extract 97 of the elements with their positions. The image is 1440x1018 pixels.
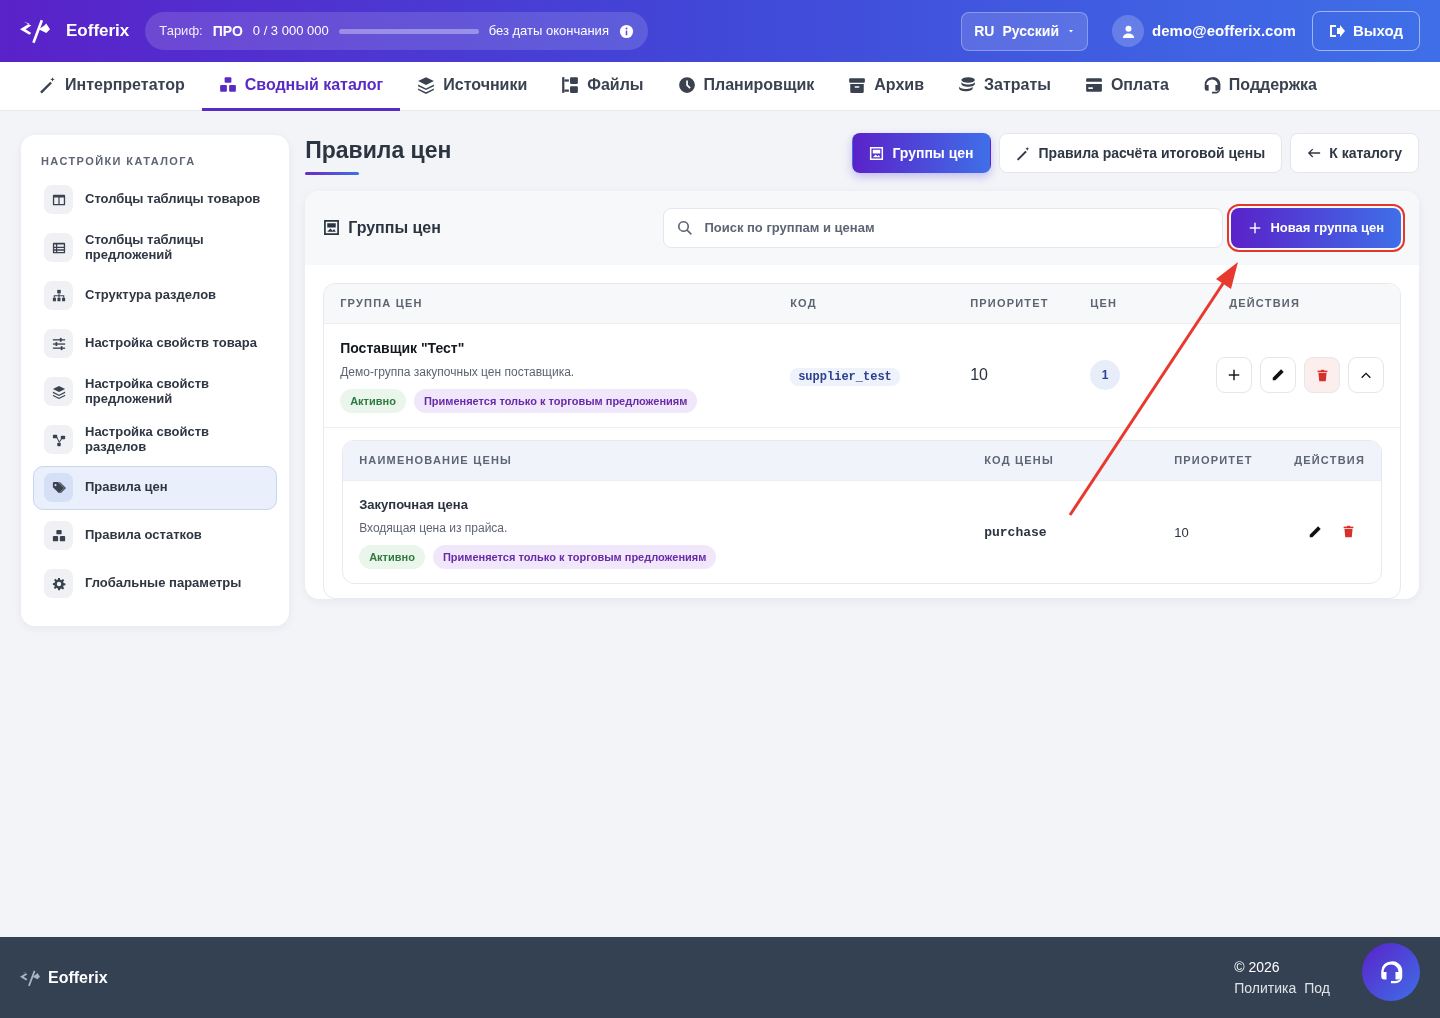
sidebar-item[interactable]: Настройка свойств товара: [33, 321, 278, 366]
headset-icon: [1379, 960, 1403, 984]
trash-icon: [1315, 368, 1329, 382]
sidebar-item[interactable]: Настройка свойств предложений: [33, 369, 278, 414]
sidebar-item[interactable]: Структура разделов: [33, 273, 278, 318]
scope-badge: Применяется только к торговым предложениям: [432, 544, 717, 569]
headset-icon: [1202, 75, 1221, 94]
image-icon: [869, 145, 885, 161]
nav-tab[interactable]: Сводный каталог: [201, 61, 401, 111]
nodes-icon: [51, 432, 66, 447]
nav-tab[interactable]: Затраты: [941, 61, 1068, 111]
plan-usage: 0 / 3 000 000: [252, 22, 329, 41]
nav-tab[interactable]: Планировщик: [660, 61, 832, 111]
add-price-button[interactable]: [1216, 357, 1252, 394]
pencil-icon: [1308, 525, 1322, 539]
page-title: Правила цен: [305, 136, 452, 165]
nav-tab[interactable]: Файлы: [544, 61, 661, 111]
logout-icon: [1328, 23, 1345, 39]
trash-icon: [1342, 525, 1355, 538]
sidebar-item[interactable]: Глобальные параметры: [33, 561, 278, 606]
status-badge: Активно: [359, 544, 425, 569]
column-header: КОД ЦЕНЫ: [984, 454, 1054, 467]
archive-icon: [848, 75, 867, 94]
section-tab[interactable]: Группы цен: [852, 133, 991, 173]
status-badge: Активно: [340, 388, 406, 413]
sidebar-item[interactable]: Настройка свойств разделов: [33, 417, 278, 462]
layers-icon: [51, 384, 66, 399]
sidebar-item[interactable]: Столбцы таблицы предложений: [33, 225, 278, 270]
credit-card-icon: [1084, 75, 1103, 94]
boxes-icon: [218, 75, 237, 94]
group-code: supplier_test: [790, 367, 900, 386]
arrow-left-icon: [1307, 146, 1322, 160]
plan-expiry: без даты окончания: [488, 22, 609, 41]
search-field[interactable]: Поиск по группам и ценам: [663, 207, 1224, 248]
nav-tab[interactable]: Интерпретатор: [22, 61, 202, 111]
columns-icon: [51, 192, 66, 207]
wand-icon: [39, 75, 57, 94]
plus-icon: [1248, 220, 1263, 235]
column-header: КОД: [790, 296, 817, 309]
column-header: НАИМЕНОВАНИЕ ЦЕНЫ: [359, 454, 513, 467]
file-tree-icon: [561, 75, 580, 94]
column-header: ПРИОРИТЕТ: [970, 296, 1049, 309]
logout-button[interactable]: Выход: [1311, 11, 1420, 51]
column-header: ПРИОРИТЕТ: [1174, 454, 1253, 467]
footer-link[interactable]: Под: [1304, 977, 1330, 999]
user-icon: [1120, 23, 1136, 39]
search-icon: [677, 219, 694, 236]
group-name: Поставщик "Тест": [340, 338, 466, 358]
sidebar-item[interactable]: Правила цен: [33, 465, 278, 510]
nav-tab[interactable]: Оплата: [1067, 61, 1186, 111]
price-count: 1: [1090, 360, 1121, 391]
support-chat-button[interactable]: [1362, 943, 1420, 1001]
priority-value: 10: [970, 366, 988, 384]
sidebar-item[interactable]: Столбцы таблицы товаров: [33, 177, 278, 222]
pencil-icon: [1271, 368, 1285, 383]
price-name: Закупочная цена: [359, 496, 469, 514]
nav-tab[interactable]: Поддержка: [1185, 61, 1334, 111]
column-header: ЦЕН: [1090, 296, 1118, 309]
brand-name: Eofferix: [66, 20, 130, 43]
plus-icon: [1227, 368, 1241, 383]
table-icon: [51, 240, 66, 255]
nav-tab[interactable]: Источники: [400, 61, 545, 111]
coins-icon: [958, 75, 976, 94]
language-dropdown[interactable]: RU Русский: [961, 11, 1089, 51]
info-icon: [618, 23, 634, 39]
wand-icon: [1015, 145, 1031, 161]
copyright: © 2026: [1234, 957, 1281, 977]
sidebar-heading: НАСТРОЙКИ КАТАЛОГА: [40, 154, 197, 169]
clock-icon: [677, 75, 696, 94]
sliders-icon: [51, 336, 66, 351]
column-header: ГРУППА ЦЕН: [340, 296, 423, 309]
user-email: demo@eofferix.com: [1152, 20, 1296, 41]
priority-value: 10: [1174, 524, 1189, 540]
plan-label: Тариф:: [159, 22, 203, 41]
caret-icon: [1067, 27, 1076, 35]
group-description: Демо-группа закупочных цен поставщика.: [340, 363, 576, 381]
section-tab[interactable]: Правила расчёта итоговой цены: [998, 133, 1283, 173]
footer-brand: Eofferix: [48, 967, 108, 988]
price-description: Входящая цена из прайса.: [359, 519, 509, 537]
column-header: ДЕЙСТВИЯ: [1294, 454, 1365, 467]
back-link[interactable]: К каталогу: [1290, 133, 1419, 173]
tags-icon: [51, 480, 66, 495]
sidebar-item[interactable]: Правила остатков: [33, 513, 278, 558]
price-code: purchase: [984, 525, 1047, 541]
edit-button[interactable]: [1260, 357, 1296, 394]
panel-title: Группы цен: [348, 217, 441, 238]
delete-button[interactable]: [1304, 357, 1340, 394]
settings-icon: [51, 576, 66, 591]
boxes-icon: [51, 528, 66, 543]
image-icon: [323, 219, 341, 236]
layers-icon: [417, 75, 436, 94]
footer-link[interactable]: Политика: [1234, 977, 1297, 999]
column-header: ДЕЙСТВИЯ: [1229, 296, 1300, 309]
nav-tab[interactable]: Архив: [831, 61, 941, 111]
plan-name: ПРО: [212, 21, 243, 41]
scope-badge: Применяется только к торговым предложениям: [413, 388, 698, 413]
hierarchy-icon: [51, 288, 66, 303]
